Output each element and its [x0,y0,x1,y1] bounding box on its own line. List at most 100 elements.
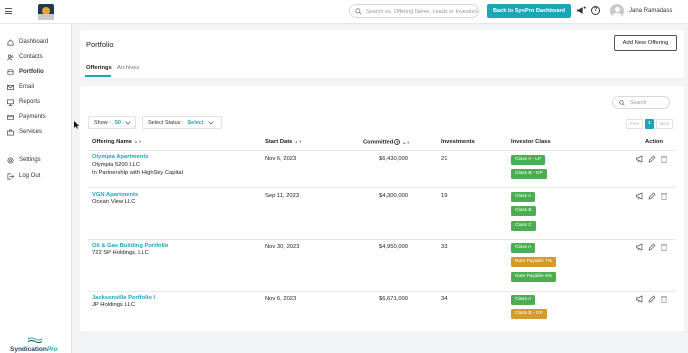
megaphone-icon[interactable] [636,192,644,200]
sort-icon: ▲▼ [133,139,142,144]
column-header-investments: Investments [441,139,475,145]
edit-icon[interactable] [648,192,656,200]
column-label: Start Date [265,139,293,145]
avatar[interactable] [610,4,624,18]
pagination-next-button[interactable]: Next [656,119,673,129]
offering-name-link[interactable]: VGN Apartments [92,192,138,198]
column-header-action: Action [645,139,664,145]
divider [88,150,676,151]
investor-class-badge: Class B - GP [511,169,547,179]
sidebar: Dashboard Contacts Portfolio Email Repor… [0,24,72,353]
investments-count: 33 [441,244,448,250]
active-tab-indicator [85,75,111,77]
sidebar-item-settings[interactable]: Settings [7,155,41,165]
page-header: Portfolio Add New Offering Offerings Arc… [80,30,684,78]
show-label: Show : [94,119,111,126]
offering-entity: Ocean View LLC [92,199,136,205]
investor-class-badge: Note Payable 7% [511,257,557,267]
offerings-table-card: Search Show : 50 Select Status : Select … [80,86,684,331]
offering-name-link[interactable]: Olympia Apartments [92,154,148,160]
committed-amount: $4,300,000 [379,193,409,199]
sidebar-item-label: Reports [19,99,41,105]
hamburger-menu-icon[interactable] [5,8,12,14]
add-new-offering-button[interactable]: Add New Offering [614,35,677,51]
divider [88,187,676,188]
services-icon [7,129,14,135]
divider [88,239,676,240]
user-name[interactable]: Jana Ramadass [629,8,672,14]
sidebar-item-services[interactable]: Services [7,127,42,137]
start-date: Nov 6, 2023 [265,156,297,162]
sidebar-item-logout[interactable]: Log Out [7,171,40,181]
delete-icon[interactable] [660,243,668,251]
table-search-placeholder: Search [630,100,647,106]
brand-suffix: Pro [46,346,58,353]
help-icon[interactable]: ? [591,6,600,15]
chevron-down-icon [125,120,131,125]
sidebar-item-contacts[interactable]: Contacts [7,52,43,62]
sidebar-item-label: Portfolio [19,69,44,75]
global-search-input[interactable]: Search ex. Offering Name, Leads or Inves… [349,4,479,18]
info-icon[interactable]: ? [394,139,401,145]
tab-archives[interactable]: Archives [117,65,139,71]
sort-icon: ▲▼ [294,139,303,144]
sort-icon: ▲▼ [402,139,411,145]
delete-icon[interactable] [660,295,668,303]
column-header-offering-name[interactable]: Offering Name ▲▼ [92,139,142,145]
sidebar-item-label: Dashboard [19,39,49,45]
megaphone-icon[interactable] [636,295,644,303]
pagination-prev-button[interactable]: Prev [626,119,643,129]
back-to-dashboard-button[interactable]: Back to SynPro Dashboard [487,4,571,18]
sidebar-item-label: Contacts [19,54,43,60]
edit-icon[interactable] [648,295,656,303]
committed-amount: $4,950,000 [379,244,409,250]
column-header-start-date[interactable]: Start Date ▲▼ [265,139,302,145]
reports-icon [7,99,14,106]
investor-class-badge: Class A [511,295,536,305]
investor-class-badge: Note Payable 8% [511,272,557,282]
sidebar-item-email[interactable]: Email [7,82,34,92]
offering-entity: 722 SP Holdings, LLC [92,250,149,256]
logout-icon [7,173,14,179]
company-logo[interactable] [38,4,54,20]
delete-icon[interactable] [660,192,668,200]
investments-count: 21 [441,156,448,162]
column-label: Offering Name [92,139,132,145]
column-header-committed[interactable]: Committed? ▲▼ [363,139,410,146]
status-select[interactable]: Select Status : Select [142,116,222,129]
edit-icon[interactable] [648,155,656,163]
committed-amount: $6,671,000 [379,296,409,302]
sidebar-item-dashboard[interactable]: Dashboard [7,37,48,47]
offering-name-link[interactable]: Jacksonville Portfolio I [92,295,155,301]
divider [88,291,676,292]
table-search-input[interactable]: Search [612,96,670,109]
megaphone-icon[interactable] [636,243,644,251]
investor-class-badge: Class B [511,206,536,216]
sidebar-item-reports[interactable]: Reports [7,97,40,107]
sidebar-item-label: Payments [19,114,46,120]
search-icon [355,8,362,15]
megaphone-icon[interactable] [636,155,644,163]
offering-name-link[interactable]: Oil & Gas Building Portfolio [92,243,168,249]
page-title: Portfolio [86,40,114,49]
sidebar-item-label: Services [19,129,43,135]
sidebar-item-payments[interactable]: Payments [7,112,46,122]
home-icon [7,38,14,45]
delete-icon[interactable] [660,155,668,163]
pagination-page-button[interactable]: 1 [645,119,654,129]
announcements-icon[interactable] [576,6,586,15]
payments-icon [7,114,14,120]
show-value: 50 [114,119,121,126]
investments-count: 19 [441,193,448,199]
sidebar-item-portfolio[interactable]: Portfolio [7,67,44,77]
sidebar-item-label: Log Out [19,173,41,179]
edit-icon[interactable] [648,243,656,251]
offering-entity: Olympia 5200 LLC [92,162,141,168]
show-entries-select[interactable]: Show : 50 [88,116,136,129]
search-icon [619,100,625,106]
tab-offerings[interactable]: Offerings [86,65,112,71]
investor-class-badge: Class A [511,243,536,253]
settings-icon [7,157,14,163]
status-value: Select [187,119,204,126]
start-date: Nov 30, 2023 [265,244,300,250]
